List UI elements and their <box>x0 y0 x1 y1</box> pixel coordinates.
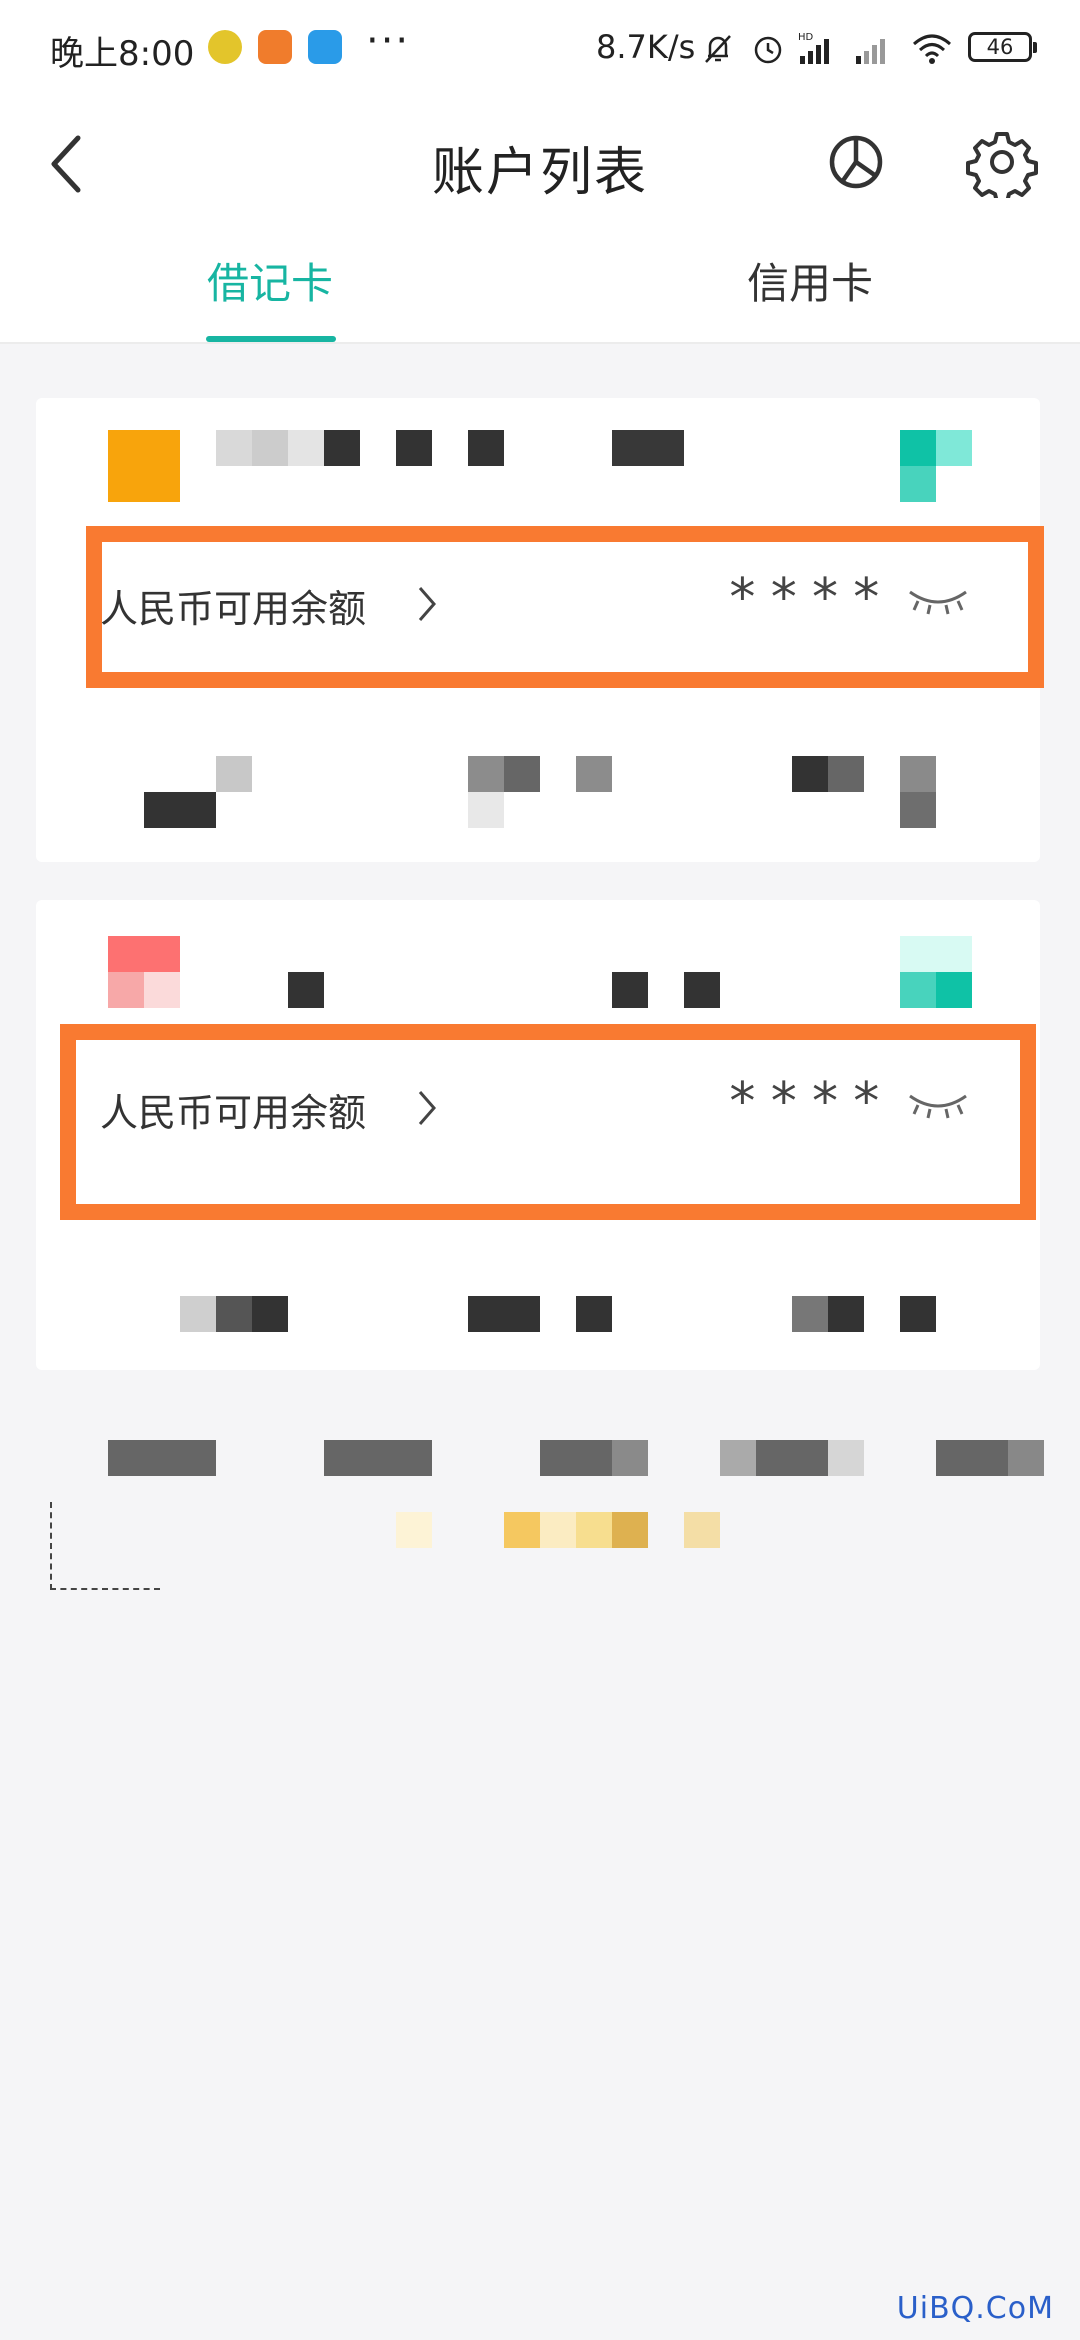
masked-summary <box>756 1440 828 1476</box>
masked-account-info <box>216 430 252 466</box>
masked-account-info <box>612 430 684 466</box>
card-badge <box>900 972 936 1008</box>
app-notification-icon <box>208 30 242 64</box>
bank-logo <box>108 936 180 972</box>
masked-account-info <box>612 972 648 1008</box>
watermark: UiBQ.CoM <box>896 2291 1054 2326</box>
masked-account-detail <box>828 756 864 792</box>
masked-link <box>576 1512 612 1548</box>
masked-summary <box>936 1440 1008 1476</box>
card-badge <box>900 936 972 972</box>
bank-logo <box>144 972 180 1008</box>
masked-link <box>396 1512 432 1548</box>
bank-logo <box>108 430 180 502</box>
tab-credit-card[interactable]: 信用卡 <box>690 250 930 344</box>
masked-account-detail <box>576 756 612 792</box>
app-header: 账户列表 <box>0 96 1080 232</box>
masked-account-detail <box>252 1296 288 1332</box>
masked-account-detail <box>900 756 936 792</box>
masked-account-info <box>288 430 324 466</box>
masked-account-info <box>684 972 720 1008</box>
masked-account-detail <box>216 756 252 792</box>
signal-icon <box>856 39 885 64</box>
masked-link <box>540 1512 576 1548</box>
masked-account-info <box>324 430 360 466</box>
card-badge <box>900 466 936 502</box>
page-title: 账户列表 <box>431 143 648 203</box>
bank-logo <box>108 972 144 1008</box>
masked-summary <box>828 1440 864 1476</box>
battery-icon: 46 <box>968 32 1037 62</box>
masked-account-detail <box>504 756 540 792</box>
masked-account-detail <box>792 756 828 792</box>
svg-text:HD: HD <box>798 32 814 43</box>
signal-hd-icon: HD <box>798 32 829 64</box>
message-notification-icon <box>308 30 342 64</box>
highlight-box <box>60 1024 1036 1220</box>
masked-account-detail <box>180 1296 216 1332</box>
masked-account-detail <box>216 1296 252 1332</box>
masked-account-detail <box>828 1296 864 1332</box>
masked-link <box>684 1512 720 1548</box>
gear-icon[interactable] <box>966 126 1038 198</box>
more-notifications-icon: ··· <box>366 18 411 64</box>
status-time: 晚上8:00 <box>50 34 195 74</box>
masked-account-detail <box>792 1296 828 1332</box>
masked-summary <box>108 1440 216 1476</box>
active-tab-indicator <box>206 336 336 342</box>
masked-account-detail <box>468 792 504 828</box>
card-badge <box>900 430 936 466</box>
masked-account-detail <box>468 756 504 792</box>
masked-summary <box>540 1440 612 1476</box>
mute-bell-icon <box>705 35 731 63</box>
masked-account-detail <box>468 1296 540 1332</box>
dashed-guide <box>50 1502 160 1590</box>
card-badge <box>936 972 972 1008</box>
masked-summary <box>720 1440 756 1476</box>
browser-notification-icon <box>258 30 292 64</box>
alarm-icon <box>754 36 782 64</box>
masked-account-detail <box>144 792 216 828</box>
account-type-tabs: 借记卡 信用卡 <box>0 232 1080 344</box>
masked-account-detail <box>900 792 936 828</box>
masked-account-detail <box>900 1296 936 1332</box>
masked-summary <box>324 1440 432 1476</box>
wifi-icon <box>913 34 951 64</box>
masked-link <box>504 1512 540 1548</box>
masked-account-info <box>396 430 432 466</box>
masked-summary <box>612 1440 648 1476</box>
masked-link <box>612 1512 648 1548</box>
masked-account-detail <box>576 1296 612 1332</box>
tab-debit-card[interactable]: 借记卡 <box>150 250 390 344</box>
masked-account-info <box>468 430 504 466</box>
pie-chart-icon[interactable] <box>820 126 892 198</box>
network-speed: 8.7K/s <box>596 28 696 66</box>
highlight-box <box>86 526 1044 688</box>
status-bar: 晚上8:00 ··· 8.7K/s HD 46 <box>0 0 1080 96</box>
card-badge <box>936 430 972 466</box>
masked-summary <box>1008 1440 1044 1476</box>
masked-account-info <box>288 972 324 1008</box>
masked-account-info <box>252 430 288 466</box>
